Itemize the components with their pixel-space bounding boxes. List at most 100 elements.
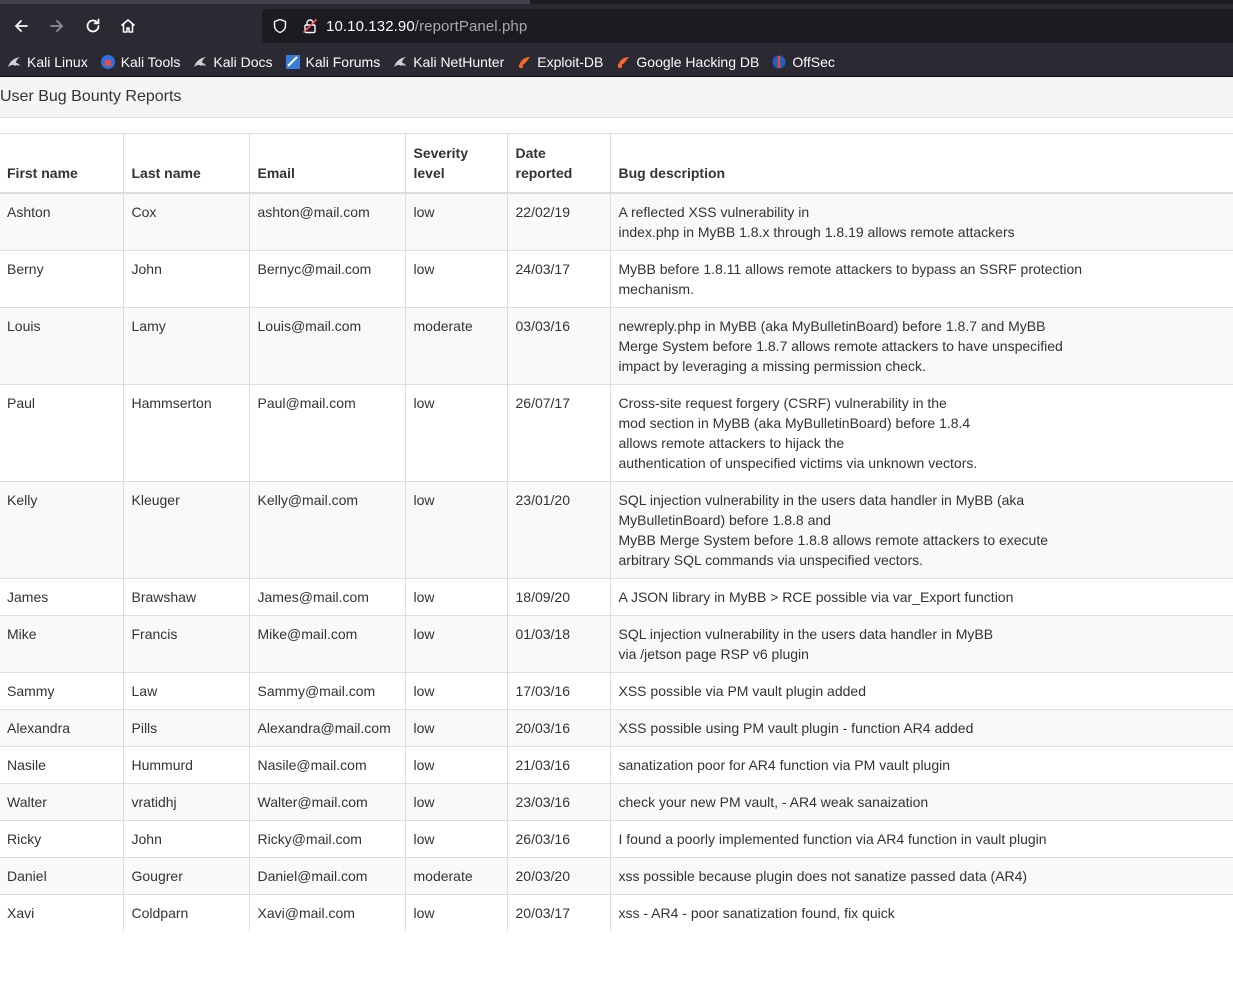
- first-name-cell: Alexandra: [0, 709, 123, 747]
- email-cell: Mike@mail.com: [248, 615, 405, 673]
- severity-cell: low: [404, 384, 507, 482]
- last-name-cell: Hummurd: [122, 746, 249, 784]
- insecure-lock-icon[interactable]: [302, 18, 318, 34]
- date-cell: 17/03/16: [506, 672, 610, 710]
- email-cell: Ricky@mail.com: [248, 820, 405, 858]
- last-name-cell: vratidhj: [122, 783, 249, 821]
- table-row: Paul Hammserton Paul@mail.com low 26/07/17 Cr…: [0, 384, 1233, 482]
- bookmark-label: OffSec: [792, 54, 835, 70]
- first-name-cell: Paul: [0, 384, 123, 482]
- bookmark-item[interactable]: Exploit-DB: [516, 54, 603, 70]
- exploit-db-icon: [519, 57, 531, 69]
- bookmark-label: Kali Docs: [213, 54, 273, 70]
- header-severity: Severity level: [404, 133, 507, 194]
- email-cell: Alexandra@mail.com: [248, 709, 405, 747]
- last-name-cell: Cox: [122, 192, 249, 251]
- severity-cell: low: [404, 578, 507, 616]
- kali-dragon-icon: [194, 57, 207, 67]
- description-cell: XSS possible using PM vault plugin - fun…: [609, 709, 1233, 747]
- forward-button[interactable]: [39, 8, 75, 44]
- description-cell: xss possible because plugin does not san…: [609, 857, 1233, 895]
- email-cell: James@mail.com: [248, 578, 405, 616]
- back-button[interactable]: [3, 8, 39, 44]
- email-cell: Paul@mail.com: [248, 384, 405, 482]
- kali-forums-icon: [285, 55, 300, 69]
- bookmark-item[interactable]: Google Hacking DB: [615, 54, 759, 70]
- last-name-cell: Hammserton: [122, 384, 249, 482]
- description-cell: XSS possible via PM vault plugin added: [609, 672, 1233, 710]
- last-name-cell: Gougrer: [122, 857, 249, 895]
- url-path: /reportPanel.php: [414, 17, 528, 35]
- header-last-name: Last name: [122, 133, 249, 194]
- email-cell: Daniel@mail.com: [248, 857, 405, 895]
- date-cell: 22/02/19: [506, 192, 610, 251]
- first-name-cell: Berny: [0, 250, 123, 308]
- table-row: Nasile Hummurd Nasile@mail.com low 21/03/16 s…: [0, 746, 1233, 784]
- severity-cell: low: [404, 615, 507, 673]
- bookmark-label: Google Hacking DB: [636, 54, 760, 70]
- last-name-cell: Lamy: [122, 307, 249, 385]
- description-cell: MyBB before 1.8.11 allows remote attacke…: [609, 250, 1233, 308]
- bookmark-item[interactable]: Kali Docs: [192, 54, 273, 70]
- bookmark-item[interactable]: Kali Linux: [6, 54, 88, 70]
- bookmark-item[interactable]: Kali Tools: [100, 54, 180, 70]
- reload-button[interactable]: [75, 8, 111, 44]
- home-icon: [120, 19, 136, 33]
- last-name-cell: Francis: [122, 615, 249, 673]
- email-cell: Kelly@mail.com: [248, 481, 405, 579]
- home-button[interactable]: [110, 8, 146, 44]
- email-cell: ashton@mail.com: [248, 192, 405, 251]
- bookmark-item[interactable]: OffSec: [771, 54, 835, 70]
- severity-cell: moderate: [404, 857, 507, 895]
- email-cell: Bernyc@mail.com: [248, 250, 405, 308]
- url-bar[interactable]: 10.10.132.90/reportPanel.php: [262, 9, 1233, 43]
- description-cell: check your new PM vault, - AR4 weak sana…: [609, 783, 1233, 821]
- email-cell: Sammy@mail.com: [248, 672, 405, 710]
- description-cell: SQL injection vulnerability in the users…: [609, 481, 1233, 579]
- severity-cell: low: [404, 894, 507, 931]
- severity-cell: low: [404, 192, 507, 251]
- kali-dragon-icon: [394, 57, 407, 67]
- header-email: Email: [248, 133, 405, 194]
- header-date: Date reported: [506, 133, 610, 194]
- table-row: Xavi Coldparn Xavi@mail.com low 20/03/17 xss …: [0, 894, 1233, 931]
- table-row: Louis Lamy Louis@mail.com moderate 03/03/16 n…: [0, 307, 1233, 385]
- table-row: Berny John Bernyc@mail.com low 24/03/17 MyBB …: [0, 250, 1233, 308]
- description-cell: Cross-site request forgery (CSRF) vulner…: [609, 384, 1233, 482]
- description-cell: newreply.php in MyBB (aka MyBulletinBoar…: [609, 307, 1233, 385]
- tracking-protection-shield-icon[interactable]: [272, 18, 288, 34]
- bookmarks-toolbar: Kali Linux Kali Tools Kali Docs Kali Forums…: [0, 48, 1233, 77]
- first-name-cell: Kelly: [0, 481, 123, 579]
- kali-dragon-icon: [8, 57, 20, 67]
- email-cell: Xavi@mail.com: [248, 894, 405, 931]
- severity-cell: low: [404, 250, 507, 308]
- date-cell: 23/01/20: [506, 481, 610, 579]
- bookmark-label: Exploit-DB: [537, 54, 604, 70]
- date-cell: 01/03/18: [506, 615, 610, 673]
- browser-toolbar: 10.10.132.90/reportPanel.php: [0, 4, 1233, 48]
- table-header-row: First name Last name Email Severity leve…: [0, 133, 1233, 194]
- bookmark-label: Kali Forums: [305, 54, 381, 70]
- last-name-cell: Coldparn: [122, 894, 249, 931]
- header-first-name: First name: [0, 133, 123, 194]
- table-row: Sammy Law Sammy@mail.com low 17/03/16 XSS pos…: [0, 672, 1233, 710]
- first-name-cell: Xavi: [0, 894, 123, 931]
- date-cell: 23/03/16: [506, 783, 610, 821]
- bookmark-label: Kali NetHunter: [413, 54, 505, 70]
- date-cell: 26/03/16: [506, 820, 610, 858]
- last-name-cell: Brawshaw: [122, 578, 249, 616]
- first-name-cell: Ashton: [0, 192, 123, 251]
- bookmark-item[interactable]: Kali Forums: [285, 54, 381, 70]
- url-text[interactable]: 10.10.132.90/reportPanel.php: [326, 18, 527, 35]
- first-name-cell: Nasile: [0, 746, 123, 784]
- date-cell: 20/03/20: [506, 857, 610, 895]
- severity-cell: low: [404, 709, 507, 747]
- description-cell: A reflected XSS vulnerability in index.p…: [609, 192, 1233, 251]
- offsec-icon: [772, 55, 786, 69]
- date-cell: 18/09/20: [506, 578, 610, 616]
- description-cell: SQL injection vulnerability in the users…: [609, 615, 1233, 673]
- date-cell: 20/03/17: [506, 894, 610, 931]
- first-name-cell: Daniel: [0, 857, 123, 895]
- first-name-cell: Louis: [0, 307, 123, 385]
- bookmark-item[interactable]: Kali NetHunter: [392, 54, 504, 70]
